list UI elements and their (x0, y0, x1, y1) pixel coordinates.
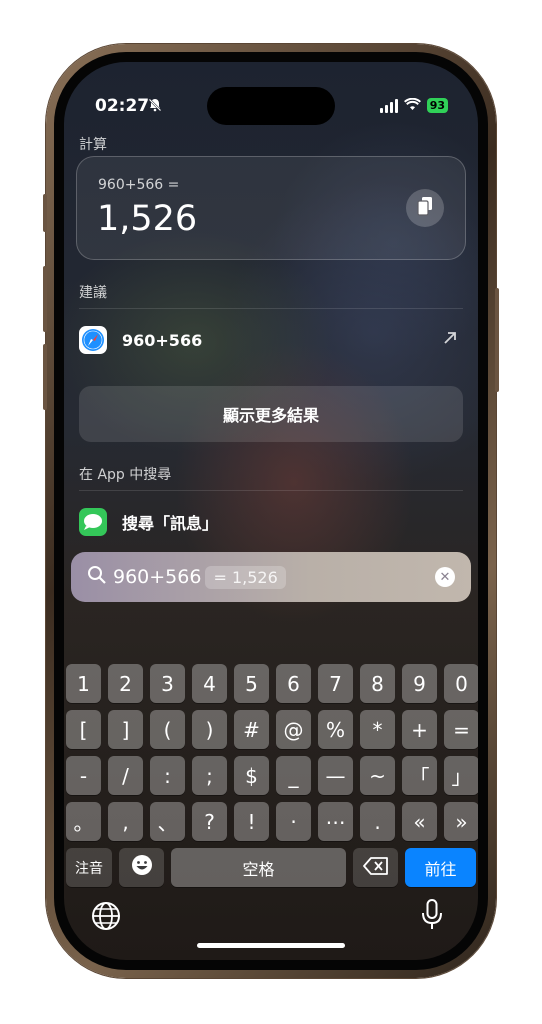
search-in-messages-row[interactable]: 搜尋「訊息」 (79, 502, 463, 542)
key-row4-5[interactable]: · (276, 802, 311, 841)
microphone-icon[interactable] (421, 899, 443, 935)
keyboard-row-5: 注音 空格 前往 (66, 848, 476, 887)
go-key[interactable]: 前往 (405, 848, 476, 887)
key-row4-1[interactable]: , (108, 802, 143, 841)
suggestions-section-title: 建議 (79, 285, 107, 301)
key-row1-6[interactable]: 7 (318, 664, 353, 703)
battery-indicator: 93 (426, 98, 448, 113)
emoji-key[interactable] (119, 848, 164, 887)
key-row3-6[interactable]: — (318, 756, 353, 795)
suggestion-label: 960+566 (122, 330, 203, 350)
keyboard-row-3: - /:; $ _ — ~ 「」 (66, 756, 478, 795)
inline-result-pill: = 1,526 (205, 565, 286, 589)
keyboard: 1234567890 []() # @% * + = - /:; $ _ — ~ 「」 。,、?! · ⋯… (64, 654, 478, 960)
key-row4-3[interactable]: ? (192, 802, 227, 841)
key-row2-2[interactable]: ( (150, 710, 185, 749)
key-row1-2[interactable]: 3 (150, 664, 185, 703)
key-row2-5[interactable]: @ (276, 710, 311, 749)
key-row2-4[interactable]: # (234, 710, 269, 749)
key-row3-2[interactable]: : (150, 756, 185, 795)
copy-icon (417, 196, 433, 220)
key-row4-9[interactable]: » (444, 802, 478, 841)
key-row2-3[interactable]: ) (192, 710, 227, 749)
copy-button[interactable] (406, 189, 444, 227)
key-row3-9[interactable]: 」 (444, 756, 478, 795)
search-bar[interactable]: 960+566 = 1,526 ✕ (71, 552, 471, 602)
key-row3-4[interactable]: $ (234, 756, 269, 795)
key-row4-2[interactable]: 、 (150, 802, 185, 841)
safari-icon (79, 326, 107, 354)
dynamic-island (207, 87, 335, 125)
key-row3-3[interactable]: ; (192, 756, 227, 795)
search-in-messages-label: 搜尋「訊息」 (122, 514, 219, 533)
clear-icon: ✕ (439, 569, 451, 585)
keyboard-row-2: []() # @% * + = (66, 710, 478, 749)
key-row2-8[interactable]: + (402, 710, 437, 749)
calculation-section-title: 計算 (79, 137, 107, 153)
key-row4-8[interactable]: « (402, 802, 437, 841)
key-row1-7[interactable]: 8 (360, 664, 395, 703)
calculation-expression: 960+566 = (98, 177, 180, 193)
suggestion-row[interactable]: 960+566 (79, 320, 463, 360)
key-row1-0[interactable]: 1 (66, 664, 101, 703)
key-row4-0[interactable]: 。 (66, 802, 101, 841)
status-time: 02:27 (95, 96, 150, 116)
cellular-signal-icon (379, 98, 398, 113)
key-row4-4[interactable]: ! (234, 802, 269, 841)
delete-icon (362, 856, 389, 880)
search-icon (87, 565, 107, 589)
keyboard-row-4: 。,、?! · ⋯. «» (66, 802, 478, 841)
key-row3-1[interactable]: / (108, 756, 143, 795)
clear-button[interactable]: ✕ (435, 567, 455, 587)
key-row1-1[interactable]: 2 (108, 664, 143, 703)
search-input[interactable]: 960+566 (113, 566, 201, 588)
key-row2-9[interactable]: = (444, 710, 478, 749)
key-row3-8[interactable]: 「 (402, 756, 437, 795)
zhuyin-key[interactable]: 注音 (66, 848, 112, 887)
key-row2-1[interactable]: ] (108, 710, 143, 749)
divider (79, 308, 463, 309)
phone-frame: 02:27 93 計算 960+566 = 1,526 建議 960+566 顯… (43, 44, 499, 978)
app-search-section-title: 在 App 中搜尋 (79, 467, 172, 483)
status-right: 93 (379, 96, 448, 115)
key-row1-3[interactable]: 4 (192, 664, 227, 703)
key-row3-7[interactable]: ~ (360, 756, 395, 795)
home-indicator[interactable] (197, 943, 345, 948)
action-button (43, 194, 47, 232)
emoji-icon (131, 854, 153, 881)
key-row3-5[interactable]: _ (276, 756, 311, 795)
volume-up-button (43, 266, 47, 332)
screen: 02:27 93 計算 960+566 = 1,526 建議 960+566 顯… (64, 62, 478, 960)
key-row1-8[interactable]: 9 (402, 664, 437, 703)
keyboard-row-1: 1234567890 (66, 664, 478, 703)
space-key[interactable]: 空格 (171, 848, 346, 887)
volume-down-button (43, 344, 47, 410)
wifi-icon (403, 96, 421, 115)
messages-icon (79, 508, 107, 536)
divider (79, 490, 463, 491)
delete-key[interactable] (353, 848, 398, 887)
key-row4-7[interactable]: . (360, 802, 395, 841)
calculation-result: 1,526 (97, 199, 198, 239)
arrow-up-right-icon (442, 330, 458, 351)
side-button (495, 288, 499, 392)
show-more-results-button[interactable]: 顯示更多結果 (79, 386, 463, 442)
key-row2-0[interactable]: [ (66, 710, 101, 749)
key-row1-5[interactable]: 6 (276, 664, 311, 703)
key-row1-9[interactable]: 0 (444, 664, 478, 703)
key-row4-6[interactable]: ⋯ (318, 802, 353, 841)
key-row1-4[interactable]: 5 (234, 664, 269, 703)
bell-slash-icon (148, 98, 162, 116)
key-row2-6[interactable]: % (318, 710, 353, 749)
key-row3-0[interactable]: - (66, 756, 101, 795)
calculation-card[interactable]: 960+566 = 1,526 (76, 156, 466, 260)
key-row2-7[interactable]: * (360, 710, 395, 749)
globe-icon[interactable] (91, 901, 121, 935)
